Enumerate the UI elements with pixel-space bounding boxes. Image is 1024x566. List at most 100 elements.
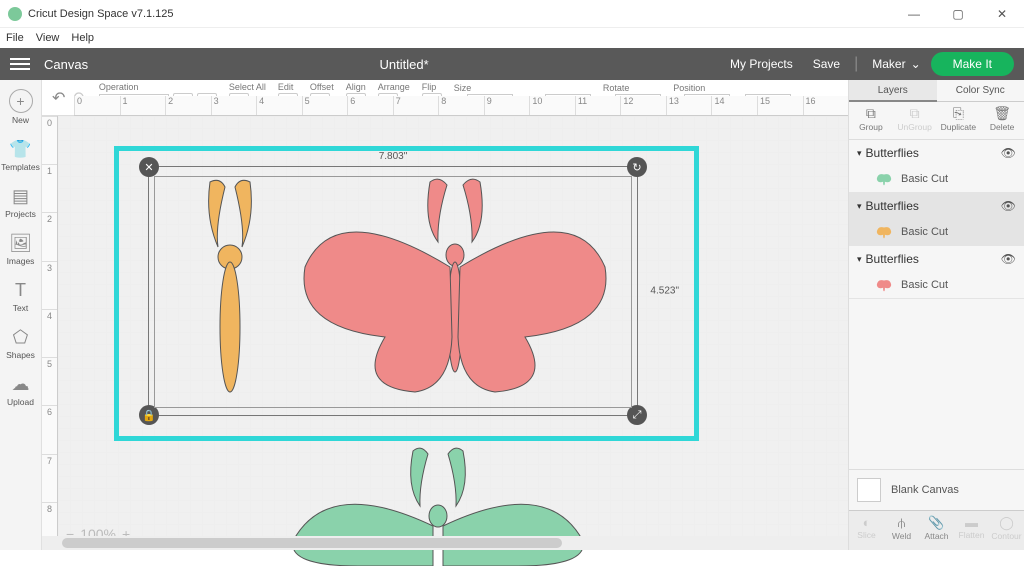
select-all-label: Select All [229, 82, 266, 92]
make-it-button[interactable]: Make It [931, 52, 1014, 76]
attach-icon: 📎 [919, 515, 954, 531]
layer-group-name: Butterflies [866, 146, 919, 160]
action-group[interactable]: ⧉Group [849, 102, 893, 139]
save-link[interactable]: Save [813, 57, 840, 71]
upload-icon: ☁ [0, 374, 42, 395]
tool-images[interactable]: 🖼 Images [0, 226, 42, 273]
window-maximize-button[interactable]: ▢ [936, 0, 980, 28]
size-label: Size [454, 83, 472, 93]
selection-width-label: 7.803" [379, 151, 408, 162]
trash-icon: 🗑 [980, 105, 1024, 122]
my-projects-link[interactable]: My Projects [730, 57, 793, 71]
action-attach[interactable]: 📎Attach [919, 511, 954, 550]
layer-group[interactable]: ▾ Butterflies 👁 Basic Cut [849, 140, 1024, 193]
chevron-down-icon[interactable]: ▾ [857, 201, 862, 212]
group-icon: ⧉ [849, 105, 893, 122]
layer-group-name: Butterflies [866, 252, 919, 266]
right-panel: Layers Color Sync ⧉Group ⧉UnGroup ⎘Dupli… [848, 80, 1024, 550]
action-flatten[interactable]: ▬Flatten [954, 511, 989, 550]
action-contour-label: Contour [991, 531, 1021, 541]
undo-icon[interactable]: ↶ [52, 88, 65, 108]
app-title: Cricut Design Space v7.1.125 [28, 8, 892, 20]
action-attach-label: Attach [924, 531, 948, 541]
delete-handle-icon[interactable]: ✕ [139, 157, 159, 177]
visibility-icon[interactable]: 👁 [1001, 146, 1016, 160]
canvas-color-swatch[interactable] [857, 478, 881, 502]
layer-item[interactable]: Basic Cut [849, 219, 1024, 245]
tab-layers[interactable]: Layers [849, 80, 937, 102]
contour-icon: ◯ [989, 515, 1024, 531]
hamburger-icon[interactable] [10, 58, 30, 70]
action-contour[interactable]: ◯Contour [989, 511, 1024, 550]
templates-icon: 👕 [0, 139, 42, 160]
layer-item-label: Basic Cut [901, 226, 948, 238]
action-slice-label: Slice [857, 530, 875, 540]
tool-templates-label: Templates [1, 162, 40, 172]
window-minimize-button[interactable]: — [892, 0, 936, 28]
artwork-bounds[interactable] [154, 176, 632, 408]
chevron-down-icon[interactable]: ▾ [857, 148, 862, 159]
divider: | [854, 55, 858, 73]
action-ungroup[interactable]: ⧉UnGroup [893, 102, 937, 139]
tool-new[interactable]: +New [0, 82, 42, 132]
visibility-icon[interactable]: 👁 [1001, 252, 1016, 266]
tool-images-label: Images [7, 256, 35, 266]
machine-selector[interactable]: Maker ⌄ [872, 57, 920, 71]
chevron-down-icon: ⌄ [911, 57, 921, 71]
action-duplicate[interactable]: ⎘Duplicate [937, 102, 981, 139]
rotate-label: Rotate [603, 83, 630, 93]
action-slice[interactable]: ◐Slice [849, 511, 884, 550]
visibility-icon[interactable]: 👁 [1001, 199, 1016, 213]
tool-text[interactable]: TText [0, 273, 42, 320]
left-toolbar: +New 👕Templates ▤Projects 🖼Images TText … [0, 80, 42, 550]
slice-icon: ◐ [849, 515, 884, 530]
action-duplicate-label: Duplicate [941, 122, 976, 132]
blank-canvas-row[interactable]: Blank Canvas [849, 469, 1024, 510]
tool-text-label: Text [13, 303, 29, 313]
blank-canvas-label: Blank Canvas [891, 484, 959, 496]
rotate-handle-icon[interactable]: ↻ [627, 157, 647, 177]
tool-shapes-label: Shapes [6, 350, 35, 360]
horizontal-scrollbar[interactable] [42, 536, 848, 550]
layer-swatch-icon [875, 172, 893, 186]
projects-icon: ▤ [0, 186, 42, 207]
menu-file[interactable]: File [6, 32, 24, 44]
tool-projects-label: Projects [5, 209, 36, 219]
layer-group-name: Butterflies [866, 199, 919, 213]
layer-item[interactable]: Basic Cut [849, 272, 1024, 298]
action-ungroup-label: UnGroup [897, 122, 932, 132]
chevron-down-icon[interactable]: ▾ [857, 254, 862, 265]
tool-projects[interactable]: ▤ Projects [0, 179, 42, 226]
align-label: Align [346, 82, 366, 92]
project-title[interactable]: Untitled* [88, 57, 720, 72]
tab-color-sync[interactable]: Color Sync [937, 80, 1024, 102]
duplicate-icon: ⎘ [937, 105, 981, 122]
layer-group[interactable]: ▾ Butterflies 👁 Basic Cut [849, 193, 1024, 246]
action-delete[interactable]: 🗑Delete [980, 102, 1024, 139]
tool-shapes[interactable]: ⬠ Shapes [0, 320, 42, 367]
layer-item[interactable]: Basic Cut [849, 166, 1024, 192]
tool-upload-label: Upload [7, 397, 34, 407]
scrollbar-thumb[interactable] [62, 538, 562, 548]
offset-label: Offset [310, 82, 334, 92]
tool-upload[interactable]: ☁ Upload [0, 367, 42, 414]
layer-group[interactable]: ▾ Butterflies 👁 Basic Cut [849, 246, 1024, 299]
layer-swatch-icon [875, 278, 893, 292]
flip-label: Flip [422, 82, 437, 92]
action-delete-label: Delete [990, 122, 1015, 132]
images-icon: 🖼 [0, 233, 42, 254]
action-group-label: Group [859, 122, 883, 132]
operation-label: Operation [99, 82, 139, 92]
ruler-vertical: 012345678 [42, 116, 58, 550]
appbar: Canvas Untitled* My Projects Save | Make… [0, 48, 1024, 80]
app-logo-icon [8, 7, 22, 21]
shapes-icon: ⬠ [0, 327, 42, 348]
canvas-area[interactable]: 012345678910111213141516 012345678 7.803… [42, 116, 848, 550]
tool-templates[interactable]: 👕 Templates [0, 132, 42, 179]
window-close-button[interactable]: ✕ [980, 0, 1024, 28]
menu-view[interactable]: View [36, 32, 60, 44]
action-weld[interactable]: ⫛Weld [884, 511, 919, 550]
arrange-label: Arrange [378, 82, 410, 92]
menu-help[interactable]: Help [71, 32, 94, 44]
action-flatten-label: Flatten [959, 530, 985, 540]
